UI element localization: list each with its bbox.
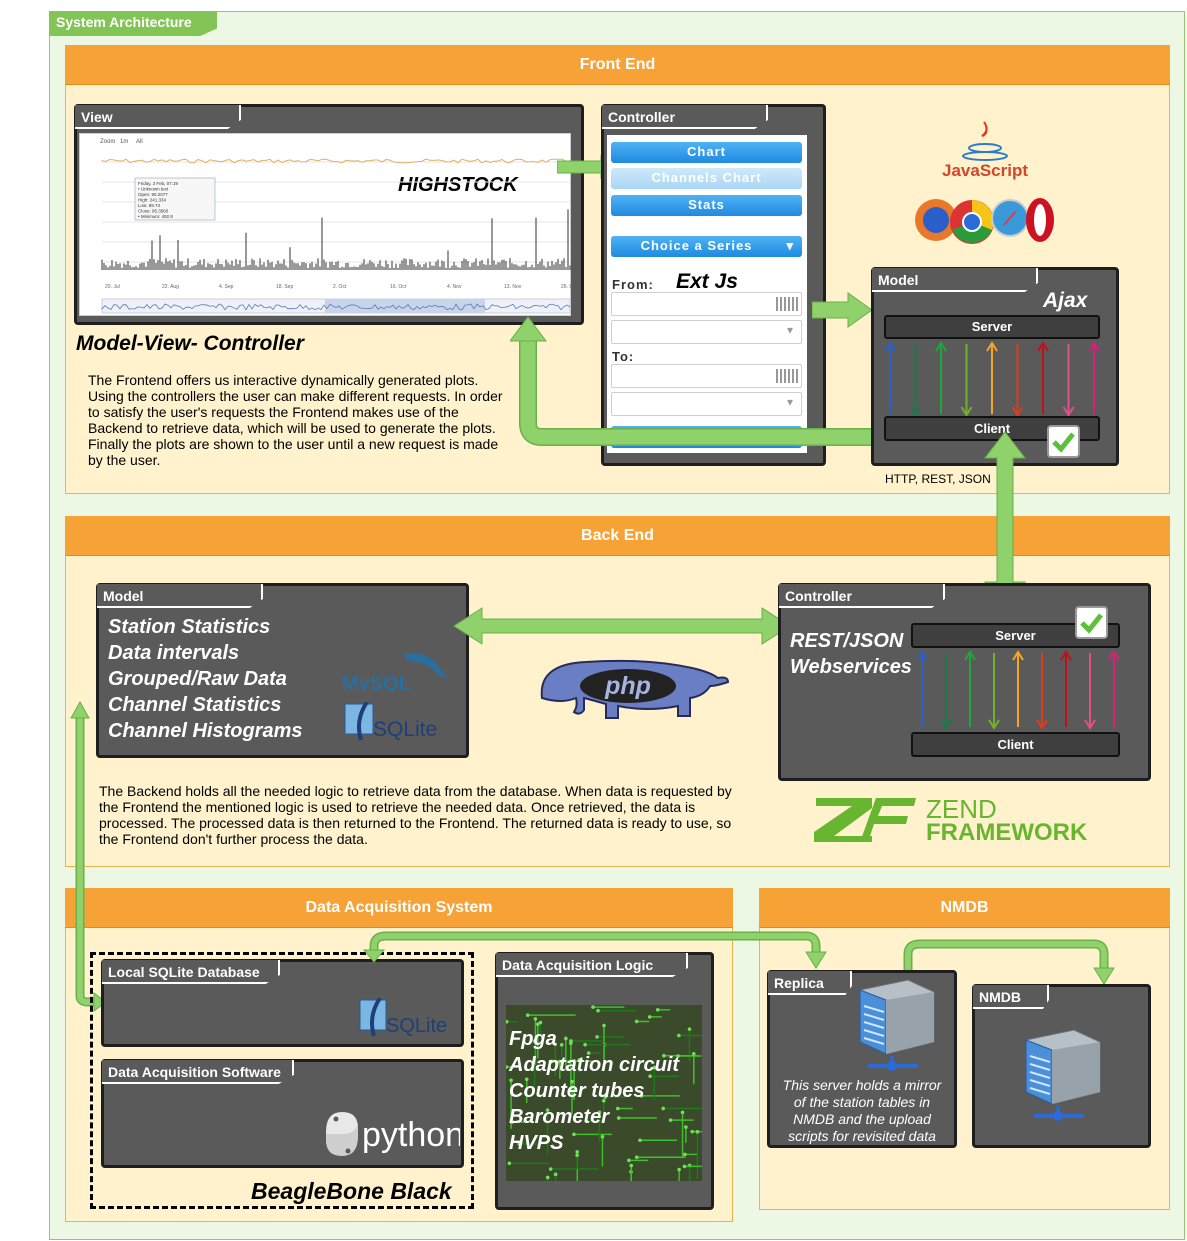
check-icon xyxy=(1075,606,1108,639)
backend-arrows xyxy=(916,650,1120,730)
das-header: Data Acquisition System xyxy=(65,888,733,928)
ajax-server-bar: Server xyxy=(884,315,1100,339)
model-controller-arrow xyxy=(452,606,792,646)
replica-tab: Replica xyxy=(768,971,852,995)
backend-model-items: Station Statistics Data intervals Groupe… xyxy=(108,614,302,744)
x-tick-label: 26. Dec xyxy=(561,284,572,290)
mysql-label: MySQL xyxy=(342,673,411,692)
model-item: Station Statistics xyxy=(108,616,271,638)
channels-chart-button[interactable]: Channels Chart xyxy=(611,168,802,189)
python-label: python xyxy=(362,1116,460,1154)
from-date-field[interactable] xyxy=(611,292,802,316)
choice-series-label: Choice a Series xyxy=(640,238,753,253)
webservices-label: REST/JSON Webservices xyxy=(790,628,912,680)
highstock-chart: Zoom 1m All HIGHSTOCK 20. Jul 22. Aug 4. S… xyxy=(79,133,579,316)
daq-logic-items: Fpga Adaptation circuit Counter tubes Ba… xyxy=(509,1026,679,1156)
mvc-title: Model-View- Controller xyxy=(76,332,304,355)
logic-item: Fpga xyxy=(509,1028,557,1050)
python-logo: python xyxy=(320,1108,464,1162)
controller-tab: Controller xyxy=(602,105,768,129)
server-icon xyxy=(1012,1026,1104,1124)
back-end-description: The Backend holds all the needed logic t… xyxy=(99,783,732,847)
x-tick-label: 18. Sep xyxy=(276,284,293,290)
localdb-replica-arrow xyxy=(360,928,830,970)
tooltip-line: Close: 95.3560 xyxy=(138,209,169,214)
backend-model-tab: Model xyxy=(97,584,263,608)
zend-framework-logo: ZEND FRAMEWORK xyxy=(812,794,1122,846)
x-tick-label: 16. Oct xyxy=(390,284,407,290)
zoom-option: 1m xyxy=(120,139,128,145)
x-tick-label: 13. Nov xyxy=(504,284,522,290)
sqlite-label: SQLite xyxy=(386,1015,447,1037)
chart-button[interactable]: Chart xyxy=(611,142,802,163)
model-item: Data intervals xyxy=(108,642,240,664)
ajax-label: Ajax xyxy=(1043,289,1088,312)
logic-item: Barometer xyxy=(509,1106,610,1128)
webservices-line: Webservices xyxy=(790,656,912,678)
daq-software-tab: Data Acquisition Software xyxy=(102,1060,294,1084)
view-tab: View xyxy=(75,105,241,129)
protocols-label: HTTP, REST, JSON xyxy=(885,472,991,486)
tooltip-line: High: 241.334 xyxy=(138,198,167,203)
server-icon xyxy=(846,976,938,1074)
webservices-line: REST/JSON xyxy=(790,630,904,652)
system-architecture-title: System Architecture xyxy=(49,11,217,36)
logic-item: Adaptation circuit xyxy=(509,1054,680,1076)
from-label: From: xyxy=(612,277,654,292)
zoom-option: All xyxy=(136,139,143,145)
tooltip-line: • Minimum: 492.8 xyxy=(138,214,173,219)
x-tick-label: 4. Sep xyxy=(219,284,234,290)
php-elephant-logo: php xyxy=(530,658,730,720)
ajax-model-tab: Model xyxy=(872,268,1038,292)
check-icon xyxy=(1047,425,1080,458)
model-item: Channel Histograms xyxy=(108,720,303,742)
ajax-arrows xyxy=(884,341,1100,417)
php-label: php xyxy=(604,672,651,700)
calendar-icon[interactable] xyxy=(776,297,798,311)
stats-button[interactable]: Stats xyxy=(611,195,802,216)
framework-label: FRAMEWORK xyxy=(926,819,1088,846)
sqlite-label: SQLite xyxy=(373,718,437,741)
nmdb-header: NMDB xyxy=(759,888,1170,928)
sqlite-logo: SQLite xyxy=(358,996,458,1038)
tooltip-line: Open: 90.2077 xyxy=(138,192,168,197)
highstock-label: HIGHSTOCK xyxy=(398,174,519,196)
backend-client-bar: Client xyxy=(911,732,1120,757)
front-end-description: The Frontend offers us interactive dynam… xyxy=(88,372,503,468)
local-sqlite-tab: Local SQLite Database xyxy=(102,960,280,984)
logic-item: HVPS xyxy=(509,1132,564,1154)
navigator-selection[interactable] xyxy=(325,299,485,313)
model-item: Channel Statistics xyxy=(108,694,282,716)
tooltip-line: Friday, 3 Feb, 07:19 xyxy=(138,181,178,186)
beaglebone-label: BeagleBone Black xyxy=(251,1178,452,1204)
zoom-label: Zoom xyxy=(100,139,115,145)
model-to-view-return-arrow xyxy=(509,315,875,455)
backend-controller-tab: Controller xyxy=(779,584,945,608)
front-end-header: Front End xyxy=(65,45,1170,85)
x-tick-label: 2. Oct xyxy=(333,284,347,290)
model-item: Grouped/Raw Data xyxy=(108,668,287,690)
extjs-label: Ext Js xyxy=(676,270,738,293)
tooltip-line: Low: 89.73 xyxy=(138,203,161,208)
x-tick-label: 22. Aug xyxy=(162,284,179,290)
javascript-browsers-logo: JavaScript xyxy=(910,118,1060,248)
sqlite-logo: SQLite xyxy=(343,700,453,742)
x-tick-label: 20. Jul xyxy=(105,284,120,290)
mysql-logo: MySQL xyxy=(342,648,452,695)
replica-caption: This server holds a mirror of the statio… xyxy=(782,1077,942,1144)
logic-item: Counter tubes xyxy=(509,1080,645,1102)
x-tick-label: 4. Nov xyxy=(447,284,462,290)
stock-chart-svg: Zoom 1m All HIGHSTOCK 20. Jul 22. Aug 4. S… xyxy=(100,139,579,314)
nmdb-server-tab: NMDB xyxy=(973,985,1049,1009)
javascript-label: JavaScript xyxy=(942,161,1028,180)
chevron-down-icon: ▾ xyxy=(786,238,794,253)
tooltip-line: • Unknown text xyxy=(138,187,169,192)
choice-series-dropdown[interactable]: Choice a Series ▾ xyxy=(611,236,802,257)
